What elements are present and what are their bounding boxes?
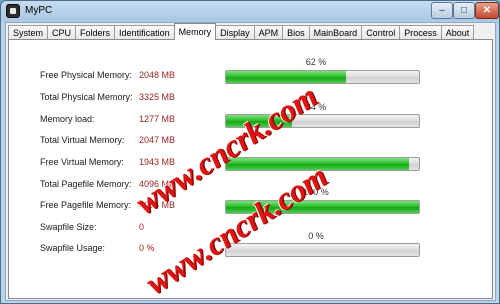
memory-load-value: 1277 MB <box>139 114 176 124</box>
tab-mainboard[interactable]: MainBoard <box>308 25 362 40</box>
minimize-button[interactable]: – <box>431 2 453 19</box>
virtual-memory-progress-bar <box>225 157 420 171</box>
client-area: System CPU Folders Identification Memory… <box>5 22 496 301</box>
free-physical-memory-value: 2048 MB <box>139 70 176 80</box>
swapfile-usage-value: 0 % <box>139 243 155 253</box>
title-bar[interactable]: MyPC – □ ✕ <box>1 1 499 21</box>
swapfile-usage-percent: 0 % <box>308 231 324 241</box>
tab-system[interactable]: System <box>8 25 48 40</box>
tab-display[interactable]: Display <box>216 25 254 40</box>
memory-load-percent: 34 % <box>305 102 327 112</box>
pagefile-memory-percent: 100 % <box>303 187 329 197</box>
tab-strip: System CPU Folders Identification Memory… <box>8 23 475 40</box>
total-pagefile-memory-value: 4096 MB <box>139 179 176 189</box>
tab-control[interactable]: Control <box>361 25 400 40</box>
tab-bios[interactable]: Bios <box>282 25 309 40</box>
memory-load-progress-fill <box>226 115 292 127</box>
pagefile-memory-progress-bar <box>225 200 420 214</box>
app-window: MyPC – □ ✕ System CPU Folders Identifica… <box>0 0 500 304</box>
tab-about[interactable]: About <box>440 25 475 40</box>
total-physical-memory-value: 3325 MB <box>139 92 176 102</box>
swapfile-usage-progress-bar <box>225 243 420 257</box>
total-virtual-memory-label: Total Virtual Memory: <box>40 135 125 145</box>
tab-identification[interactable]: Identification <box>114 25 174 40</box>
tab-memory[interactable]: Memory <box>173 23 217 40</box>
swapfile-size-label: Swapfile Size: <box>40 222 97 232</box>
physical-memory-percent: 62 % <box>305 57 327 67</box>
total-physical-memory-label: Total Physical Memory: <box>40 92 133 102</box>
app-icon <box>6 4 20 18</box>
physical-memory-progress-fill <box>226 71 346 83</box>
swapfile-usage-label: Swapfile Usage: <box>40 243 106 253</box>
tab-apm[interactable]: APM <box>253 25 283 40</box>
physical-memory-progress-bar <box>225 70 420 84</box>
close-button[interactable]: ✕ <box>475 2 499 19</box>
free-pagefile-memory-label: Free Pagefile Memory: <box>40 200 132 210</box>
tab-process[interactable]: Process <box>399 25 441 40</box>
free-physical-memory-label: Free Physical Memory: <box>40 70 133 80</box>
maximize-button[interactable]: □ <box>453 2 475 19</box>
total-pagefile-memory-label: Total Pagefile Memory: <box>40 179 132 189</box>
free-pagefile-memory-value: 4096 MB <box>139 200 176 210</box>
free-virtual-memory-label: Free Virtual Memory: <box>40 157 124 167</box>
free-virtual-memory-value: 1943 MB <box>139 157 176 167</box>
memory-load-label: Memory load: <box>40 114 95 124</box>
memory-load-progress-bar <box>225 114 420 128</box>
total-virtual-memory-value: 2047 MB <box>139 135 176 145</box>
tab-cpu[interactable]: CPU <box>47 25 76 40</box>
tab-folders[interactable]: Folders <box>75 25 115 40</box>
memory-panel: Free Physical Memory: 2048 MB Total Phys… <box>8 39 493 301</box>
swapfile-size-value: 0 <box>139 222 145 232</box>
pagefile-memory-progress-fill <box>226 201 419 213</box>
window-title: MyPC <box>25 5 53 16</box>
virtual-memory-progress-fill <box>226 158 410 170</box>
